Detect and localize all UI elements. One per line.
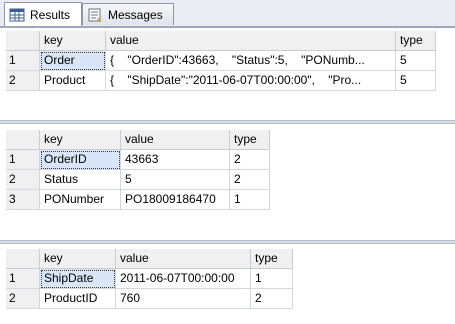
value-cell[interactable]: 2011-06-07T00:00:00 (116, 269, 251, 289)
key-cell[interactable]: ShipDate (40, 269, 116, 289)
messages-icon (87, 8, 103, 22)
type-cell[interactable]: 5 (396, 51, 436, 71)
column-header-type[interactable]: type (251, 249, 293, 269)
tab-messages-label: Messages (108, 7, 163, 22)
column-header-key[interactable]: key (40, 249, 116, 269)
type-cell[interactable]: 5 (396, 71, 436, 91)
value-cell[interactable]: 760 (116, 289, 251, 309)
column-header-value[interactable]: value (116, 249, 251, 269)
corner-cell[interactable] (6, 31, 40, 51)
value-cell[interactable]: { "OrderID":43663, "Status":5, "PONumb..… (106, 51, 396, 71)
row-number[interactable]: 2 (6, 71, 40, 91)
tab-results[interactable]: Results (4, 2, 82, 26)
key-cell[interactable]: Status (40, 170, 121, 190)
column-header-key[interactable]: key (40, 130, 121, 150)
value-cell[interactable]: { "ShipDate":"2011-06-07T00:00:00", "Pro… (106, 71, 396, 91)
key-cell[interactable]: Order (40, 51, 106, 71)
type-cell[interactable]: 1 (230, 190, 270, 210)
row-number[interactable]: 2 (6, 170, 40, 190)
value-cell[interactable]: 5 (121, 170, 230, 190)
result-grid-1: key value type 1 Order { "OrderID":43663… (0, 27, 455, 121)
tab-results-label: Results (30, 7, 71, 22)
type-cell[interactable]: 2 (251, 289, 293, 309)
value-cell[interactable]: PO18009186470 (121, 190, 230, 210)
corner-cell[interactable] (6, 130, 40, 150)
row-number[interactable]: 2 (6, 289, 40, 309)
key-cell[interactable]: Product (40, 71, 106, 91)
column-header-type[interactable]: type (396, 31, 436, 51)
value-cell[interactable]: 43663 (121, 150, 230, 170)
column-header-value[interactable]: value (106, 31, 396, 51)
result-tab-strip: Results Messages (0, 0, 455, 27)
grid-icon (9, 8, 25, 22)
result-grid-3: key value type 1 ShipDate 2011-06-07T00:… (0, 244, 455, 324)
row-number[interactable]: 1 (6, 269, 40, 289)
type-cell[interactable]: 2 (230, 170, 270, 190)
row-number[interactable]: 1 (6, 51, 40, 71)
key-cell[interactable]: OrderID (40, 150, 121, 170)
type-cell[interactable]: 1 (251, 269, 293, 289)
corner-cell[interactable] (6, 249, 40, 269)
type-cell[interactable]: 2 (230, 150, 270, 170)
key-cell[interactable]: ProductID (40, 289, 116, 309)
row-number[interactable]: 1 (6, 150, 40, 170)
column-header-key[interactable]: key (40, 31, 106, 51)
row-number[interactable]: 3 (6, 190, 40, 210)
key-cell[interactable]: PONumber (40, 190, 121, 210)
tab-messages[interactable]: Messages (82, 3, 174, 25)
column-header-value[interactable]: value (121, 130, 230, 150)
column-header-type[interactable]: type (230, 130, 270, 150)
result-grid-2: key value type 1 OrderID 43663 2 2 Statu… (0, 124, 455, 240)
